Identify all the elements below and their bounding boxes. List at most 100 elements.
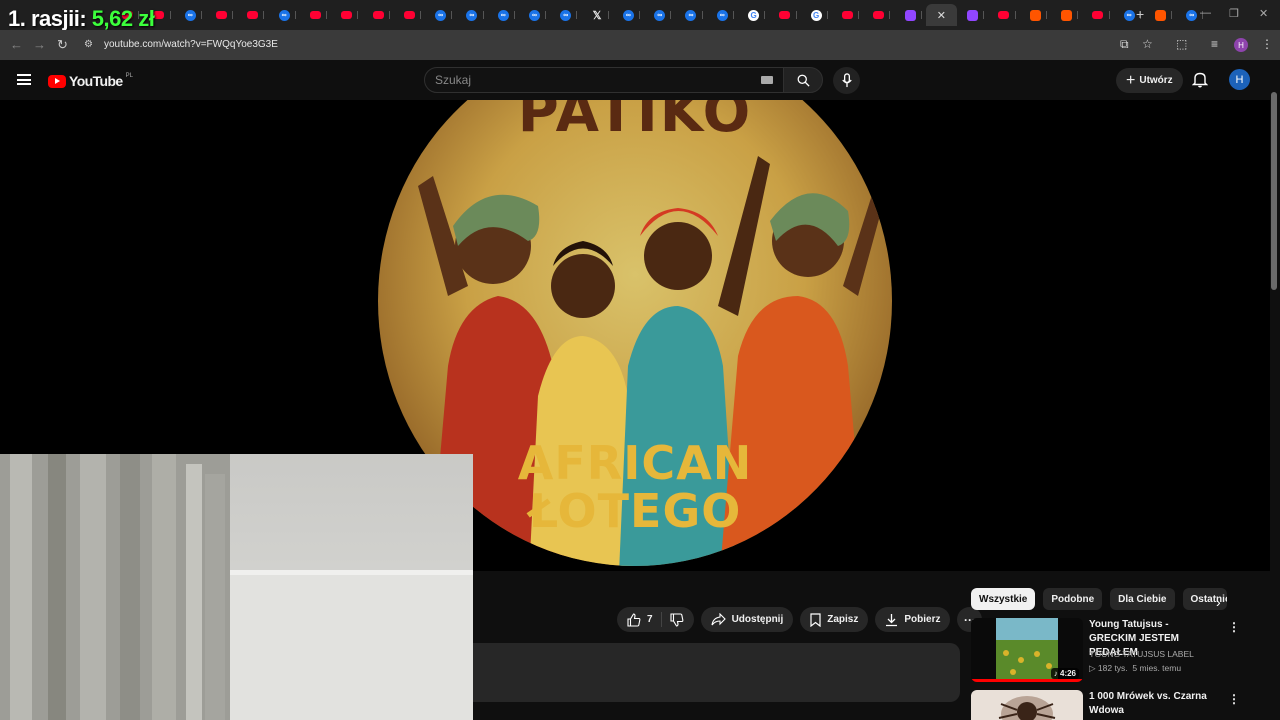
country-code: PL <box>125 73 133 79</box>
youtube-favicon-icon <box>216 11 228 19</box>
browser-tab[interactable]: ∞ <box>488 4 519 26</box>
browser-tab[interactable] <box>863 4 894 26</box>
browser-tab[interactable] <box>1145 4 1176 26</box>
browser-tab[interactable] <box>206 4 237 26</box>
soundcloud-favicon-icon <box>1154 9 1166 21</box>
account-avatar[interactable]: H <box>1229 69 1250 90</box>
recommendation-item[interactable]: ♪ 4:26 Young Tatujsus - GRECKIM JESTEM P… <box>971 618 1271 684</box>
webcam-feed-image <box>0 454 473 720</box>
browser-tab[interactable] <box>394 4 425 26</box>
browser-tab[interactable] <box>1082 4 1113 26</box>
voice-search-button[interactable] <box>833 67 860 94</box>
notifications-bell-icon[interactable] <box>1192 71 1208 88</box>
video-title[interactable]: 1 000 Mrówek vs. Czarna Wdowa <box>1089 690 1214 718</box>
browser-tab[interactable] <box>362 4 393 26</box>
browser-tab[interactable] <box>957 4 988 26</box>
browser-tab[interactable] <box>300 4 331 26</box>
browser-tab[interactable]: ∞ <box>550 4 581 26</box>
x-favicon-icon: 𝕏 <box>592 9 602 22</box>
share-label: Udostępnij <box>731 614 784 625</box>
video-menu-icon[interactable]: ⋮ <box>1228 692 1240 706</box>
browser-tab[interactable] <box>769 4 800 26</box>
ms-favicon-icon: ∞ <box>278 9 290 21</box>
recommendation-item[interactable]: 1 000 Mrówek vs. Czarna Wdowa ⋮ <box>971 690 1271 720</box>
browser-tab[interactable] <box>988 4 1019 26</box>
browser-tab[interactable] <box>1020 4 1051 26</box>
chips-next-arrow-icon[interactable]: › <box>1216 594 1221 610</box>
watch-progress-bar <box>971 679 1083 682</box>
browser-menu-icon[interactable]: ⋮ <box>1261 37 1273 51</box>
browser-tab[interactable] <box>832 4 863 26</box>
browser-tab[interactable]: ∞ <box>707 4 738 26</box>
keyboard-icon[interactable] <box>761 76 773 84</box>
youtube-favicon-icon <box>841 11 853 19</box>
twitch-favicon-icon <box>904 9 916 21</box>
youtube-favicon-icon <box>998 11 1010 19</box>
youtube-logo-text: YouTube <box>69 73 123 89</box>
webcam-overlay <box>0 454 473 720</box>
chip-related[interactable]: Podobne <box>1043 588 1103 610</box>
share-button[interactable]: Udostępnij <box>700 607 794 632</box>
description-box[interactable] <box>473 643 960 702</box>
upload-age: 5 mies. temu <box>1132 663 1182 673</box>
minimize-button[interactable]: — <box>1200 7 1211 19</box>
search-input[interactable] <box>425 68 745 92</box>
browser-tab[interactable]: ∞ <box>175 4 206 26</box>
window-close-button[interactable]: ✕ <box>1259 7 1268 20</box>
save-button[interactable]: Zapisz <box>800 607 869 632</box>
restore-button[interactable]: ❐ <box>1229 7 1239 20</box>
channel-name[interactable]: YOUNG TATUJSUS LABEL <box>1089 649 1194 659</box>
site-info-icon[interactable]: ⚙ <box>84 39 93 50</box>
youtube-favicon-icon <box>1092 11 1104 19</box>
video-duration: ♪ 4:26 <box>1050 668 1079 679</box>
guide-menu-icon[interactable] <box>17 74 31 85</box>
video-thumbnail[interactable] <box>971 690 1083 720</box>
forward-button[interactable]: → <box>33 37 46 52</box>
browser-tab[interactable]: ∞ <box>675 4 706 26</box>
youtube-favicon-icon <box>341 11 353 19</box>
download-button[interactable]: Pobierz <box>875 607 951 632</box>
browser-tab[interactable] <box>237 4 268 26</box>
chip-for-you[interactable]: Dla Ciebie <box>1110 588 1175 610</box>
youtube-logo[interactable]: YouTube PL <box>48 73 133 89</box>
page-scrollbar[interactable] <box>1271 92 1277 290</box>
browser-tab[interactable]: ∞ <box>519 4 550 26</box>
browser-tab[interactable]: ∞ <box>613 4 644 26</box>
dislike-button[interactable] <box>662 612 694 627</box>
create-button[interactable]: + Utwórz <box>1116 68 1183 93</box>
address-bar-row: ← → ↻ ⚙ youtube.com/watch?v=FWQqYoe3G3E … <box>0 30 1280 60</box>
browser-tab[interactable] <box>894 4 925 26</box>
donation-overlay: 1. rasjii: 5,62 zł <box>8 6 155 32</box>
new-tab-button[interactable]: + <box>1136 6 1144 22</box>
browser-tab[interactable]: ∞ <box>456 4 487 26</box>
back-button[interactable]: ← <box>10 37 23 52</box>
youtube-header: YouTube PL +Utwórz H <box>0 60 1280 100</box>
browser-profile-avatar[interactable]: H <box>1234 38 1248 52</box>
active-tab[interactable]: ✕ <box>925 4 958 26</box>
bookmark-star-icon[interactable]: ☆ <box>1142 37 1153 51</box>
chip-all[interactable]: Wszystkie <box>971 588 1036 610</box>
browser-tab[interactable]: ∞ <box>644 4 675 26</box>
tab-close-icon[interactable]: ✕ <box>937 9 946 22</box>
browser-tab[interactable] <box>1051 4 1082 26</box>
video-thumbnail[interactable]: ♪ 4:26 <box>971 618 1083 682</box>
media-control-icon[interactable]: ≡ <box>1211 37 1218 51</box>
search-button[interactable] <box>783 67 823 93</box>
browser-tab[interactable]: 𝕏 <box>581 4 612 26</box>
video-menu-icon[interactable]: ⋮ <box>1228 620 1240 634</box>
youtube-favicon-icon <box>779 11 791 19</box>
browser-tab[interactable]: ∞ <box>425 4 456 26</box>
extensions-icon[interactable]: ⬚ <box>1176 37 1187 51</box>
ms-favicon-icon: ∞ <box>716 9 728 21</box>
reload-button[interactable]: ↻ <box>57 37 68 53</box>
cast-icon[interactable]: ⧉ <box>1120 37 1129 52</box>
youtube-favicon-icon <box>372 11 384 19</box>
browser-tab[interactable] <box>331 4 362 26</box>
url-field[interactable]: youtube.com/watch?v=FWQqYoe3G3E <box>104 39 278 50</box>
create-label: Utwórz <box>1139 75 1173 86</box>
like-button[interactable]: 7 <box>617 612 662 627</box>
browser-tab[interactable]: G <box>801 4 832 26</box>
browser-tab[interactable]: G <box>738 4 769 26</box>
browser-tab[interactable]: ∞ <box>268 4 299 26</box>
cover-artist-text: PATIKO <box>517 100 753 145</box>
